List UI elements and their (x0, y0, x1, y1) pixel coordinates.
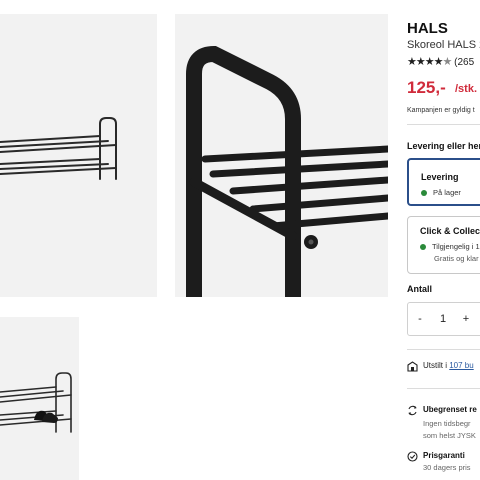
delivery-option-title: Levering (421, 172, 459, 182)
in-stock-dot-icon (421, 190, 427, 197)
price-guarantee-icon (407, 451, 418, 462)
price: 125,- (407, 78, 446, 97)
benefit-price-guarantee: Prisgaranti 30 dagers pris (407, 450, 480, 478)
return-icon (408, 405, 417, 416)
store-icon (407, 361, 418, 372)
available-dot-icon (420, 244, 426, 251)
delivery-status: På lager (421, 188, 461, 197)
delivery-option-card[interactable]: Levering På lager (407, 158, 480, 206)
click-collect-option-card[interactable]: Click & Collect Tilgjengelig i 1 Gratis … (407, 216, 480, 274)
click-collect-note: Gratis og klar (434, 254, 479, 263)
quantity-label: Antall (407, 284, 433, 294)
quantity-stepper: - + (407, 302, 480, 336)
delivery-heading: Levering eller hen (407, 141, 480, 151)
benefit-returns-desc-1: Ingen tidsbegr (423, 419, 471, 428)
store-availability-text: Utstilt i 107 bu (423, 361, 474, 370)
shoe-rack-with-shoes-image (0, 372, 72, 433)
store-prefix: Utstilt i (423, 361, 450, 370)
campaign-note: Kampanjen er gyldig t (407, 107, 475, 114)
store-availability: Utstilt i 107 bu (407, 360, 480, 374)
benefit-returns: Ubegrenset re Ingen tidsbegr som helst J… (407, 404, 480, 444)
rating[interactable]: ★★★★★ (265 (407, 55, 474, 68)
benefit-price-guarantee-desc: 30 dagers pris (423, 463, 471, 472)
divider (407, 124, 480, 125)
click-collect-status: Tilgjengelig i 1 (420, 242, 480, 251)
quantity-decrease-button[interactable]: - (410, 303, 430, 335)
divider (407, 388, 480, 389)
quantity-increase-button[interactable]: + (456, 303, 476, 335)
shoe-rack-image (0, 117, 117, 180)
delivery-status-text: På lager (433, 188, 461, 197)
price-unit: /stk. (455, 83, 478, 95)
benefit-price-guarantee-title: Prisgaranti (423, 451, 465, 460)
product-image-1[interactable] (0, 14, 157, 297)
product-subtitle: Skoreol HALS 2 h (407, 39, 480, 51)
shoe-rack-closeup-image (186, 45, 388, 297)
benefit-returns-desc-2: som helst JYSK (423, 431, 476, 440)
rating-count: (265 (454, 57, 475, 68)
divider (407, 349, 480, 350)
rating-stars-icon: ★★★★★ (407, 56, 452, 68)
benefit-returns-title: Ubegrenset re (423, 405, 477, 414)
store-count-link[interactable]: 107 bu (449, 361, 473, 370)
click-collect-title: Click & Collect (420, 226, 480, 236)
product-brand: HALS (407, 20, 448, 37)
quantity-input[interactable] (430, 303, 456, 335)
product-image-3[interactable] (0, 317, 79, 480)
product-info-panel: HALS Skoreol HALS 2 h ★★★★★ (265 125,- /… (407, 0, 480, 480)
click-collect-status-text: Tilgjengelig i 1 (432, 242, 480, 251)
product-image-2[interactable] (175, 14, 388, 297)
